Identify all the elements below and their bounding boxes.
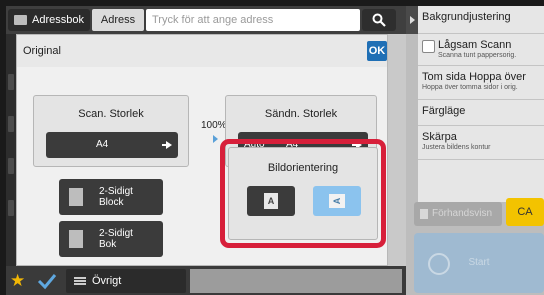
strip-tab[interactable]: [8, 116, 14, 132]
scan-size-select[interactable]: A4: [46, 132, 178, 158]
other-button[interactable]: Övrigt: [66, 269, 186, 293]
list-item-blank-page-skip[interactable]: Tom sida Hoppa över Hoppa över tomma sid…: [418, 66, 544, 100]
check-icon[interactable]: [36, 271, 58, 291]
scan-size-value: A4: [96, 139, 109, 150]
scan-size-card: Scan. Storlek A4: [33, 95, 189, 167]
duplex-block-button[interactable]: 2-Sidigt Block: [59, 179, 163, 215]
list-item-slow-scan[interactable]: Lågsam Scann Scanna tunt pappersorig.: [418, 34, 544, 66]
start-button[interactable]: Start: [414, 233, 544, 293]
duplex-book-button[interactable]: 2-Sidigt Bok: [59, 221, 163, 257]
left-strip: [6, 34, 16, 266]
right-panel: Bakgrundjustering Lågsam Scann Scanna tu…: [406, 6, 544, 295]
list-item-title: Tom sida Hoppa över: [422, 71, 526, 83]
original-header: Original OK: [17, 35, 387, 67]
menu-icon: [74, 277, 86, 285]
list-item-title: Färgläge: [422, 105, 466, 117]
list-item-sharpness[interactable]: Skärpa Justera bildens kontur: [418, 126, 544, 160]
send-size-title: Sändn. Storlek: [264, 108, 338, 120]
strip-tab[interactable]: [8, 158, 14, 174]
star-icon[interactable]: ★: [10, 272, 28, 290]
top-bar: Adressbok Adress Tryck för att ange adre…: [6, 6, 406, 34]
screen: Adressbok Adress Tryck för att ange adre…: [6, 6, 544, 295]
ca-button[interactable]: CA: [506, 198, 544, 226]
collapse-panel-button[interactable]: [406, 6, 418, 34]
address-book-label: Adressbok: [32, 14, 84, 26]
panel-title: Original: [23, 45, 61, 57]
preview-button[interactable]: Förhandsvisn: [414, 202, 502, 226]
settings-list: Bakgrundjustering Lågsam Scann Scanna tu…: [418, 6, 544, 202]
address-tab[interactable]: Adress: [92, 9, 144, 31]
list-item-background-adjust[interactable]: Bakgrundjustering: [418, 6, 544, 34]
list-item-color-mode[interactable]: Färgläge: [418, 100, 544, 126]
ok-button[interactable]: OK: [367, 41, 387, 61]
duplex-book-label: 2-Sidigt Bok: [99, 228, 133, 250]
list-item-title: Lågsam Scann: [438, 39, 512, 51]
book-icon: [69, 230, 83, 248]
duplex-block-label: 2-Sidigt Block: [99, 186, 133, 208]
list-item-subtitle: Justera bildens kontur: [422, 144, 491, 151]
list-item-subtitle: Scanna tunt pappersorig.: [438, 52, 517, 59]
address-input[interactable]: Tryck för att ange adress: [146, 9, 360, 31]
arrow-right-icon: [213, 135, 218, 143]
list-item-title: Bakgrundjustering: [422, 11, 511, 23]
slow-scan-checkbox[interactable]: [422, 40, 435, 53]
bottom-bar: ★ Övrigt: [6, 266, 406, 295]
other-label: Övrigt: [92, 275, 122, 287]
search-button[interactable]: [362, 9, 396, 31]
ratio-label: 100%: [201, 120, 227, 131]
list-item-title: Skärpa: [422, 131, 457, 143]
document-icon: [69, 188, 83, 206]
strip-tab[interactable]: [8, 74, 14, 90]
bottom-spacer: [190, 269, 402, 293]
list-item-subtitle: Hoppa över tomma sidor i orig.: [422, 84, 518, 91]
address-book-icon: [14, 15, 27, 25]
scan-size-title: Scan. Storlek: [78, 108, 144, 120]
strip-tab[interactable]: [8, 200, 14, 216]
address-book-button[interactable]: Adressbok: [8, 9, 90, 31]
search-icon: [372, 13, 386, 27]
arrow-right-icon: [162, 141, 172, 149]
highlight-frame: [220, 139, 386, 248]
